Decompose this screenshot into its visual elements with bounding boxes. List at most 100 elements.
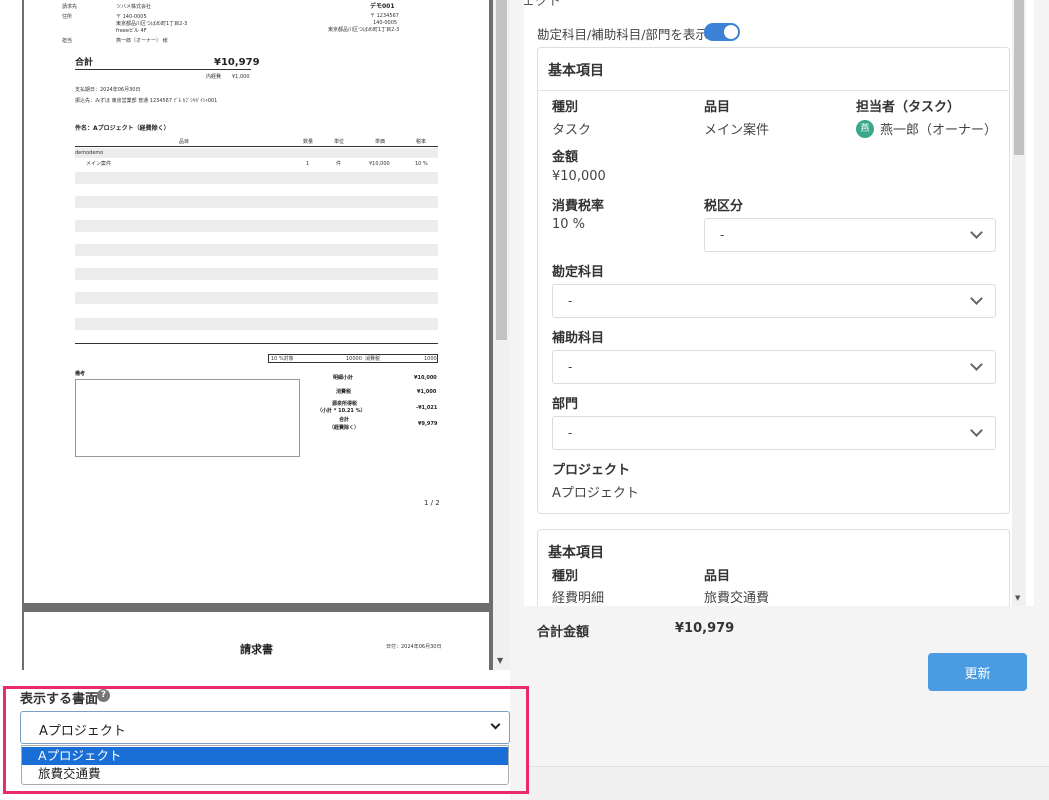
account-value: - [568, 294, 573, 308]
page2-title: 請求書 [240, 643, 273, 656]
consumption-tax-value: ¥1,000 [417, 389, 437, 395]
issuer-postal: 〒 1234567 [370, 13, 399, 19]
table-row [75, 220, 438, 232]
department-select[interactable]: - [552, 416, 996, 450]
sub-account-label: 補助科目 [552, 331, 605, 346]
notes-box [75, 379, 300, 457]
preview-scrollbar-thumb[interactable] [496, 0, 507, 340]
line-item-price: ¥10,000 [369, 161, 390, 167]
account-fields-toggle[interactable] [704, 23, 740, 41]
table-header-rule [75, 146, 438, 147]
account-select[interactable]: - [552, 284, 996, 318]
withholding-label-2: （小計 * 10.21 %） [317, 408, 366, 414]
group-row-label: demodemo [75, 150, 104, 156]
scroll-down-arrow-icon[interactable]: ▼ [1015, 594, 1020, 602]
highlight-frame [3, 686, 529, 794]
recipient-label: 請求先 [62, 4, 78, 10]
tax-rate-value: 10 % [552, 217, 586, 232]
avatar: 燕 [856, 120, 874, 138]
total-amount-label: 合計金額 [537, 625, 590, 640]
grand-label-2: （経費除く） [329, 425, 360, 431]
scroll-down-arrow-icon[interactable]: ▼ [497, 656, 503, 665]
preview-page-1: 請求先 ツバメ株式会社 住所 〒 140-0005 東京都品川区つばめ町1丁目2… [24, 0, 489, 603]
line-item-unit: 件 [336, 161, 342, 167]
contact-name: 燕一郎（オーナー） 様 [116, 38, 168, 44]
sub-account-value: - [568, 360, 573, 374]
table-row [75, 318, 438, 330]
col-tax: 税率 [416, 139, 427, 145]
address-postal: 〒 140-0005 [116, 14, 147, 20]
basic-info-card: 基本項目 種別 タスク 品目 メイン案件 担当者（タスク） 燕 燕一郎（オーナー… [537, 47, 1010, 514]
detail-panel: Aプロジェクト 勘定科目/補助科目/部門を表示 基本項目 種別 タスク 品目 メ… [510, 0, 1049, 800]
grand-value: ¥9,979 [418, 421, 438, 427]
consumption-tax-label: 消費税 [336, 389, 352, 395]
table-row [75, 244, 438, 256]
project-value: Aプロジェクト [552, 486, 639, 501]
tax-label: 消費税 [365, 356, 381, 362]
total-amount-value: ¥10,979 [675, 621, 735, 636]
table-row [75, 196, 438, 208]
line-item-name: メイン案件 [86, 161, 112, 167]
total-label: 合計 [75, 58, 94, 68]
document-preview[interactable]: 請求先 ツバメ株式会社 住所 〒 140-0005 東京都品川区つばめ町1丁目2… [0, 0, 510, 670]
table-footer-rule [75, 343, 438, 344]
page2-date: 日付：2024年06月30日 [386, 644, 442, 650]
project-label: プロジェクト [552, 463, 631, 478]
contact-label: 担当 [62, 38, 73, 44]
issuer-code: 140-0005 [373, 20, 398, 26]
col-qty: 数量 [303, 139, 314, 145]
expense-label: 内経費 [206, 74, 222, 80]
type-value: タスク [552, 123, 592, 138]
table-row [75, 268, 438, 280]
tax-rate-label: 消費税率 [552, 199, 605, 214]
subtotal-label: 明細小計 [333, 375, 354, 381]
type-label: 種別 [552, 569, 579, 584]
table-row [75, 292, 438, 304]
recipient-name: ツバメ株式会社 [116, 4, 152, 10]
tax-target-value: 10000 [346, 356, 362, 362]
chevron-down-icon [970, 292, 983, 305]
item-label: 品目 [704, 100, 731, 115]
card-title: 基本項目 [548, 63, 604, 79]
address-line2: freeeビル 4F [116, 28, 147, 34]
tax-class-value: - [720, 228, 725, 242]
tax-class-select[interactable]: - [704, 218, 996, 252]
page-number: 1 / 2 [424, 499, 440, 507]
amount-label: 金額 [552, 150, 579, 165]
toggle-knob [724, 25, 738, 39]
form-scrollbar[interactable]: ▼ [1012, 0, 1026, 606]
account-label: 勘定科目 [552, 265, 605, 280]
total-underline [75, 69, 251, 70]
address-label: 住所 [62, 14, 73, 20]
card-title: 基本項目 [548, 545, 604, 561]
bank-info: 振込先：みずほ 東京営業部 普通 1234567 ﾃﾞﾓ ｶﾌﾞｼｷｶﾞｲｼｬ0… [75, 98, 218, 104]
chevron-down-icon [970, 424, 983, 437]
item-value: 旅費交通費 [704, 591, 770, 606]
assignee-label: 担当者（タスク） [856, 100, 961, 115]
type-value: 経費明細 [552, 591, 605, 606]
issuer-address: 東京都品川区つばめ町1丁目2-3 [328, 27, 400, 33]
total-value: ¥10,979 [214, 57, 260, 68]
preview-scrollbar[interactable]: ▼ [493, 0, 510, 670]
withholding-label-1: 源泉所得税 [332, 401, 358, 407]
address-line1: 東京都品川区つばめ町1丁目2-3 [116, 21, 188, 27]
form-scrollbar-thumb[interactable] [1014, 0, 1024, 155]
expense-value: ¥1,000 [232, 74, 250, 80]
chevron-down-icon [970, 358, 983, 371]
col-price: 単価 [375, 139, 386, 145]
amount-value: ¥10,000 [552, 169, 606, 184]
tax-class-label: 税区分 [704, 199, 744, 214]
line-item-tax: 10 % [415, 161, 428, 167]
due-date: 支払期日：2024年06月30日 [75, 87, 141, 93]
assignee-value: 燕一郎（オーナー） [880, 123, 998, 138]
item-value: メイン案件 [704, 123, 770, 138]
preview-page-2: 請求書 日付：2024年06月30日 [24, 612, 489, 670]
sub-account-select[interactable]: - [552, 350, 996, 384]
tax-target-label: 10 %対象 [271, 356, 294, 362]
chevron-down-icon [970, 226, 983, 239]
item-label: 品目 [704, 569, 731, 584]
issuer-name: デモ001 [370, 3, 395, 10]
bottom-bar [528, 766, 1049, 800]
table-row [75, 172, 438, 184]
update-button[interactable]: 更新 [928, 653, 1027, 691]
